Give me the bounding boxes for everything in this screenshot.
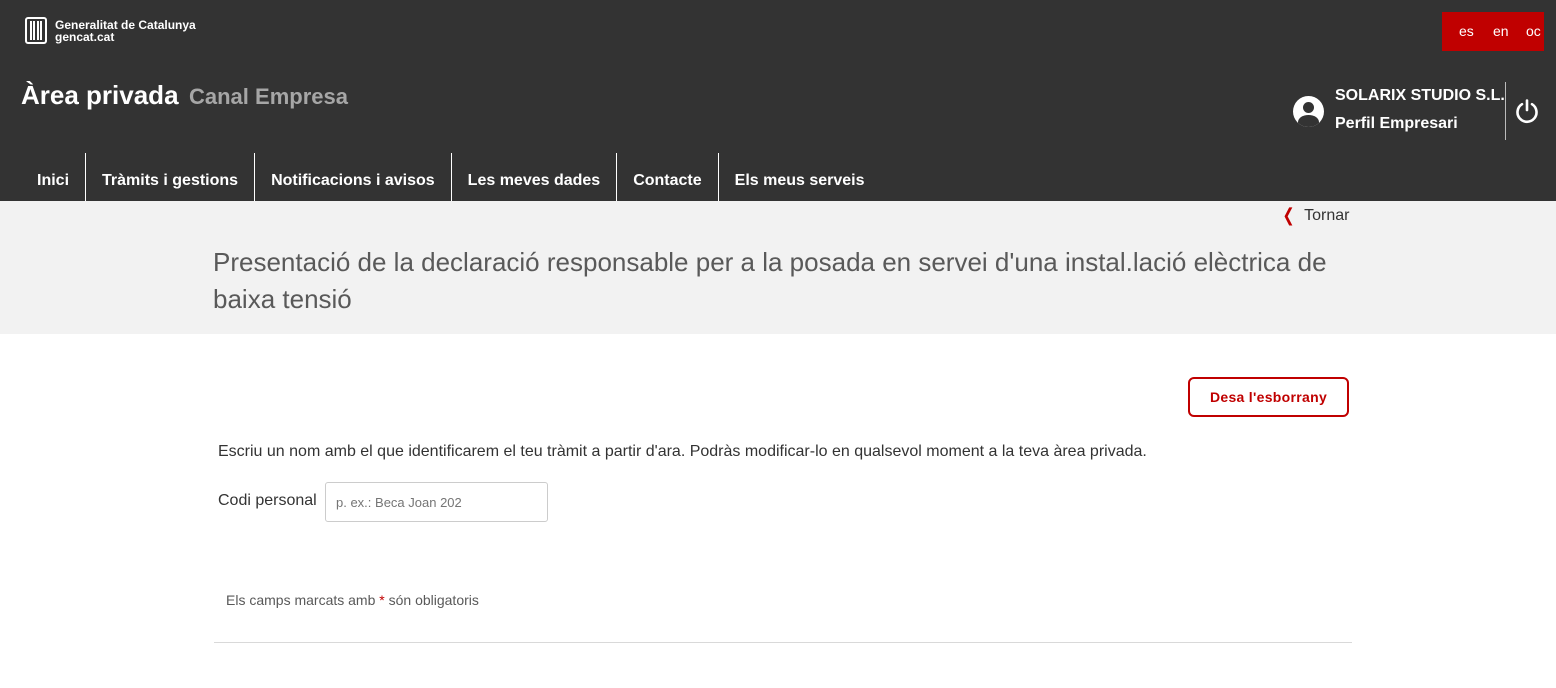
- language-selector: es en oc: [1442, 12, 1544, 51]
- user-account-icon: [1293, 96, 1324, 127]
- generalitat-logo[interactable]: Generalitat de Catalunya gencat.cat: [25, 17, 196, 44]
- nav-item-notificacions[interactable]: Notificacions i avisos: [254, 153, 451, 201]
- language-en[interactable]: en: [1493, 23, 1509, 39]
- nav-item-inici[interactable]: Inici: [21, 153, 85, 201]
- logo-line-2: gencat.cat: [55, 29, 115, 44]
- nav-item-contacte[interactable]: Contacte: [616, 153, 717, 201]
- nav-item-tramits[interactable]: Tràmits i gestions: [85, 153, 254, 201]
- chevron-left-icon: ❮: [1282, 205, 1295, 225]
- main-nav: Inici Tràmits i gestions Notificacions i…: [21, 153, 881, 201]
- language-es[interactable]: es: [1459, 23, 1474, 39]
- area-subtitle: Canal Empresa: [189, 84, 348, 109]
- back-link[interactable]: ❮ Tornar: [1281, 205, 1350, 226]
- generalitat-logo-icon: [25, 17, 47, 44]
- logo-text: Generalitat de Catalunya gencat.cat: [55, 19, 196, 43]
- power-icon[interactable]: [1514, 98, 1540, 124]
- area-title[interactable]: Àrea privada: [21, 80, 179, 111]
- nav-item-dades[interactable]: Les meves dades: [450, 153, 617, 201]
- code-input[interactable]: [325, 482, 548, 522]
- user-divider: [1505, 82, 1506, 140]
- code-label: Codi personal: [218, 492, 317, 509]
- divider: [214, 642, 1352, 643]
- nav-item-serveis[interactable]: Els meus serveis: [717, 153, 881, 201]
- required-asterisk: *: [379, 592, 385, 608]
- intro-text: Escriu un nom amb el que identificarem e…: [218, 443, 1147, 460]
- save-draft-button[interactable]: Desa l'esborrany: [1188, 377, 1349, 417]
- logo-line-1: Generalitat de Catalunya: [55, 17, 196, 32]
- language-oc[interactable]: oc: [1526, 23, 1541, 39]
- top-header: Generalitat de Catalunya gencat.cat es e…: [0, 0, 1556, 201]
- company-name[interactable]: SOLARIX STUDIO S.L.: [1335, 87, 1505, 105]
- required-note-before: Els camps marcats amb: [226, 592, 376, 608]
- page-title: Presentació de la declaració responsable…: [213, 247, 1327, 314]
- profile-name[interactable]: Perfil Empresari: [1335, 115, 1458, 133]
- required-note: Els camps marcats amb * són obligatoris: [226, 592, 479, 608]
- back-link-label: Tornar: [1304, 206, 1350, 224]
- required-note-after: són obligatoris: [388, 592, 479, 608]
